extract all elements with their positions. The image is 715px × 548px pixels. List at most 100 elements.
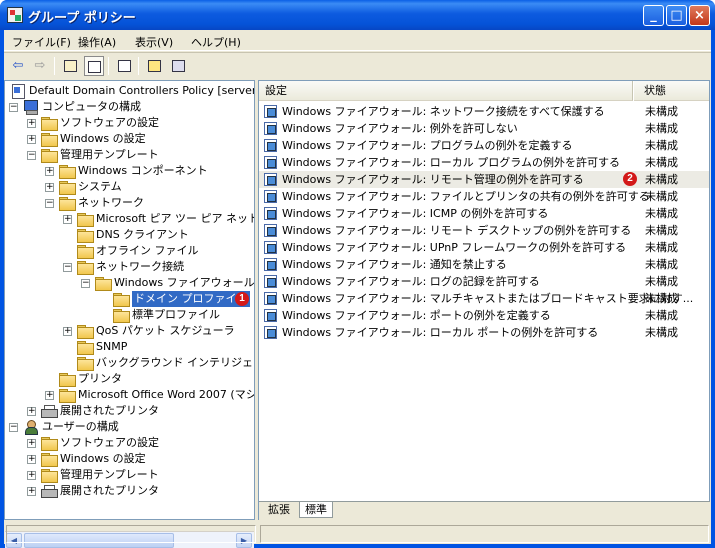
policy-setting-state: 未構成 xyxy=(645,224,678,237)
show-hide-tree-icon[interactable] xyxy=(84,56,104,76)
computer-icon xyxy=(23,100,39,115)
expand-toggle[interactable]: + xyxy=(27,135,36,144)
policy-row[interactable]: Windows ファイアウォール: リモート デスクトップの例外を許可する 未構成 xyxy=(259,222,709,239)
policy-setting-state: 未構成 xyxy=(645,326,678,339)
tab-standard[interactable]: 標準 xyxy=(299,502,333,518)
collapse-toggle[interactable]: − xyxy=(63,263,72,272)
help-icon[interactable] xyxy=(144,56,164,76)
folder-icon xyxy=(113,309,130,323)
expand-toggle[interactable]: + xyxy=(63,215,72,224)
menu-action[interactable]: 操作(A) xyxy=(78,34,116,50)
console-tree[interactable]: Default Domain Controllers Policy [serve… xyxy=(4,80,255,520)
menu-help[interactable]: ヘルプ(H) xyxy=(191,34,241,50)
tree-node[interactable]: + Microsoft Office Word 2007 (マシ xyxy=(5,387,254,403)
collapse-toggle[interactable]: − xyxy=(9,423,18,432)
expand-toggle[interactable]: + xyxy=(45,167,54,176)
tree-node[interactable]: + 展開されたプリンタ xyxy=(5,403,254,419)
tree-node[interactable]: + Windows の設定 xyxy=(5,451,254,467)
export-list-icon[interactable] xyxy=(114,56,134,76)
tree-node[interactable]: SNMP xyxy=(5,339,254,355)
menu-file[interactable]: ファイル(F) xyxy=(12,34,71,50)
tree-node[interactable]: − 管理用テンプレート xyxy=(5,147,254,163)
back-arrow-icon[interactable]: ⇦ xyxy=(8,56,28,76)
up-folder-icon[interactable] xyxy=(60,56,80,76)
expand-toggle[interactable]: + xyxy=(27,455,36,464)
tree-node[interactable]: − Windows ファイアウォール xyxy=(5,275,255,291)
policy-icon xyxy=(11,84,25,99)
menu-view[interactable]: 表示(V) xyxy=(135,34,173,50)
forward-arrow-icon[interactable]: ⇨ xyxy=(30,56,50,76)
collapse-toggle[interactable]: − xyxy=(27,151,36,160)
tree-node[interactable]: オフライン ファイル xyxy=(5,243,254,259)
tree-node[interactable]: ドメイン プロファイル 1 xyxy=(5,291,254,307)
tree-node-label: ネットワーク xyxy=(78,196,144,209)
expand-toggle[interactable]: + xyxy=(27,471,36,480)
tree-node[interactable]: − ネットワーク xyxy=(5,195,254,211)
policy-row[interactable]: Windows ファイアウォール: ログの記録を許可する 未構成 xyxy=(259,273,709,290)
tree-node[interactable]: + システム xyxy=(5,179,254,195)
minimize-button[interactable]: _ xyxy=(643,5,664,26)
tree-node[interactable]: + QoS パケット スケジューラ xyxy=(5,323,254,339)
title-bar[interactable]: グループ ポリシー _ □ × xyxy=(0,0,715,30)
policy-setting-icon xyxy=(264,292,278,305)
policy-row[interactable]: Windows ファイアウォール: リモート管理の例外を許可する 未構成 2 xyxy=(259,171,709,188)
close-button[interactable]: × xyxy=(689,5,710,26)
expand-toggle[interactable]: + xyxy=(27,487,36,496)
policy-setting-icon xyxy=(264,309,278,322)
tree-node[interactable]: + Microsoft ピア ツー ピア ネット xyxy=(5,211,254,227)
maximize-button[interactable]: □ xyxy=(666,5,687,26)
policy-setting-icon xyxy=(264,122,278,135)
column-header-state[interactable]: 状態 xyxy=(634,81,709,101)
collapse-toggle[interactable]: − xyxy=(81,279,90,288)
tree-node[interactable]: プリンタ xyxy=(5,371,254,387)
tab-extended[interactable]: 拡張 xyxy=(263,502,295,518)
tree-node[interactable]: + 展開されたプリンタ xyxy=(5,483,254,499)
policy-row[interactable]: Windows ファイアウォール: プログラムの例外を定義する 未構成 xyxy=(259,137,709,154)
tree-node-label: Windows ファイアウォール xyxy=(114,276,255,289)
policy-row[interactable]: Windows ファイアウォール: ローカル ポートの例外を許可する 未構成 xyxy=(259,324,709,341)
policy-setting-name: Windows ファイアウォール: プログラムの例外を定義する xyxy=(282,139,573,152)
column-header-setting[interactable]: 設定 xyxy=(259,81,633,101)
tree-node[interactable]: Default Domain Controllers Policy [serve… xyxy=(5,83,254,99)
tree-node-label: コンピュータの構成 xyxy=(42,100,141,113)
tree-node[interactable]: + ソフトウェアの設定 xyxy=(5,435,254,451)
folder-icon xyxy=(95,277,112,291)
tree-node[interactable]: 標準プロファイル xyxy=(5,307,254,323)
expand-toggle[interactable]: + xyxy=(45,183,54,192)
policy-setting-state: 未構成 xyxy=(645,275,678,288)
expand-toggle[interactable]: + xyxy=(27,119,36,128)
tree-node[interactable]: − ネットワーク接続 xyxy=(5,259,254,275)
tree-node[interactable]: バックグラウンド インテリジェント転 xyxy=(5,355,254,371)
policy-row[interactable]: Windows ファイアウォール: マルチキャストまたはブロードキャスト要求に対… xyxy=(259,290,709,307)
tree-node-label: 展開されたプリンタ xyxy=(60,404,159,417)
policy-row[interactable]: Windows ファイアウォール: ポートの例外を定義する 未構成 xyxy=(259,307,709,324)
policy-row[interactable]: Windows ファイアウォール: 例外を許可しない 未構成 xyxy=(259,120,709,137)
collapse-toggle[interactable]: − xyxy=(9,103,18,112)
policy-row[interactable]: Windows ファイアウォール: ローカル プログラムの例外を許可する 未構成 xyxy=(259,154,709,171)
folder-icon xyxy=(41,117,58,131)
expand-toggle[interactable]: + xyxy=(63,327,72,336)
tree-node[interactable]: + ソフトウェアの設定 xyxy=(5,115,254,131)
show-hide-action-pane-icon[interactable] xyxy=(168,56,188,76)
tree-node[interactable]: − ユーザーの構成 xyxy=(5,419,254,435)
tree-node[interactable]: + 管理用テンプレート xyxy=(5,467,254,483)
policy-row[interactable]: Windows ファイアウォール: ファイルとプリンタの共有の例外を許可する 未構… xyxy=(259,188,709,205)
policy-setting-icon xyxy=(264,139,278,152)
tree-node[interactable]: + Windows の設定 xyxy=(5,131,254,147)
policy-setting-icon xyxy=(264,326,278,339)
policy-setting-name: Windows ファイアウォール: マルチキャストまたはブロードキャスト要求に対… xyxy=(282,292,694,305)
folder-icon xyxy=(41,133,58,147)
tree-node[interactable]: − コンピュータの構成 xyxy=(5,99,254,115)
tree-node[interactable]: + Windows コンポーネント xyxy=(5,163,254,179)
policy-row[interactable]: Windows ファイアウォール: ネットワーク接続をすべて保護する 未構成 xyxy=(259,103,709,120)
collapse-toggle[interactable]: − xyxy=(45,199,54,208)
expand-toggle[interactable]: + xyxy=(27,439,36,448)
expand-toggle[interactable]: + xyxy=(45,391,54,400)
policy-setting-icon xyxy=(264,156,278,169)
tree-node[interactable]: DNS クライアント xyxy=(5,227,254,243)
policy-row[interactable]: Windows ファイアウォール: 通知を禁止する 未構成 xyxy=(259,256,709,273)
toolbar: ⇦ ⇨ xyxy=(4,52,711,78)
policy-row[interactable]: Windows ファイアウォール: UPnP フレームワークの例外を許可する 未構… xyxy=(259,239,709,256)
policy-row[interactable]: Windows ファイアウォール: ICMP の例外を許可する 未構成 xyxy=(259,205,709,222)
expand-toggle[interactable]: + xyxy=(27,407,36,416)
